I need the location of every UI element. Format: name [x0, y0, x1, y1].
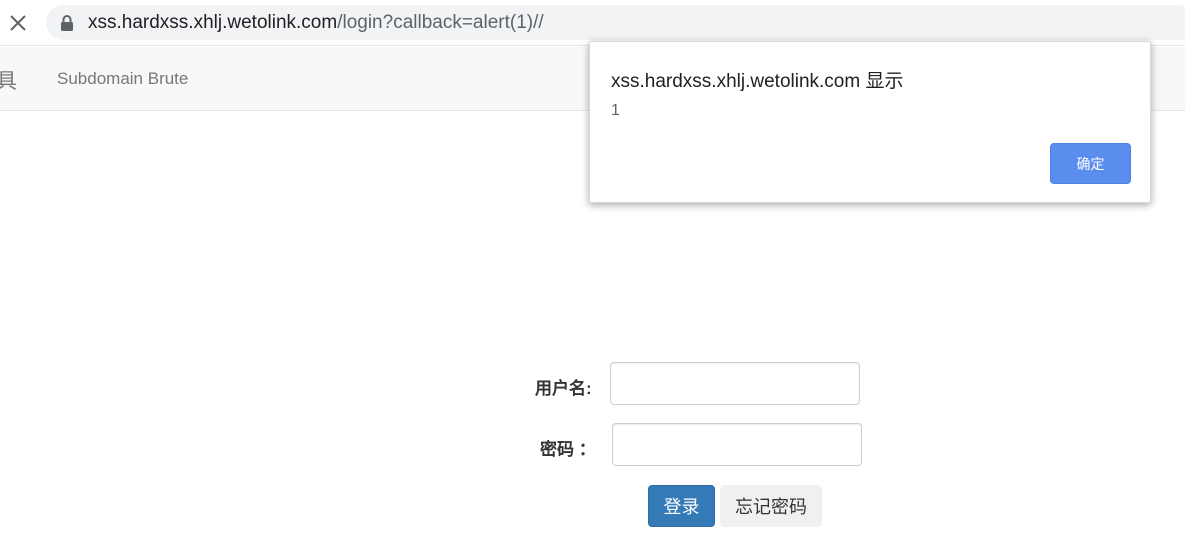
login-button[interactable]: 登录: [648, 485, 715, 527]
navbar-brand[interactable]: 具: [0, 65, 17, 95]
username-input[interactable]: [610, 362, 860, 405]
alert-dialog: xss.hardxss.xhlj.wetolink.com 显示 1 确定: [589, 41, 1151, 203]
forgot-password-button[interactable]: 忘记密码: [720, 485, 822, 527]
username-label: 用户名:: [535, 379, 592, 398]
alert-ok-button[interactable]: 确定: [1050, 143, 1131, 184]
alert-title: xss.hardxss.xhlj.wetolink.com 显示: [611, 71, 904, 92]
omnibox[interactable]: xss.hardxss.xhlj.wetolink.com/login?call…: [46, 5, 1185, 40]
password-input[interactable]: [612, 423, 862, 466]
nav-link-subdomain-brute[interactable]: Subdomain Brute: [57, 69, 188, 89]
url-host: xss.hardxss.xhlj.wetolink.com: [88, 12, 338, 33]
browser-address-bar: xss.hardxss.xhlj.wetolink.com/login?call…: [0, 0, 1185, 46]
url-path: /login?callback=alert(1)//: [337, 12, 544, 33]
url-text[interactable]: xss.hardxss.xhlj.wetolink.com/login?call…: [88, 13, 544, 33]
lock-icon[interactable]: [60, 15, 74, 31]
alert-message: 1: [611, 102, 620, 119]
password-label: 密码 ：: [540, 440, 596, 459]
close-icon[interactable]: [4, 9, 32, 37]
